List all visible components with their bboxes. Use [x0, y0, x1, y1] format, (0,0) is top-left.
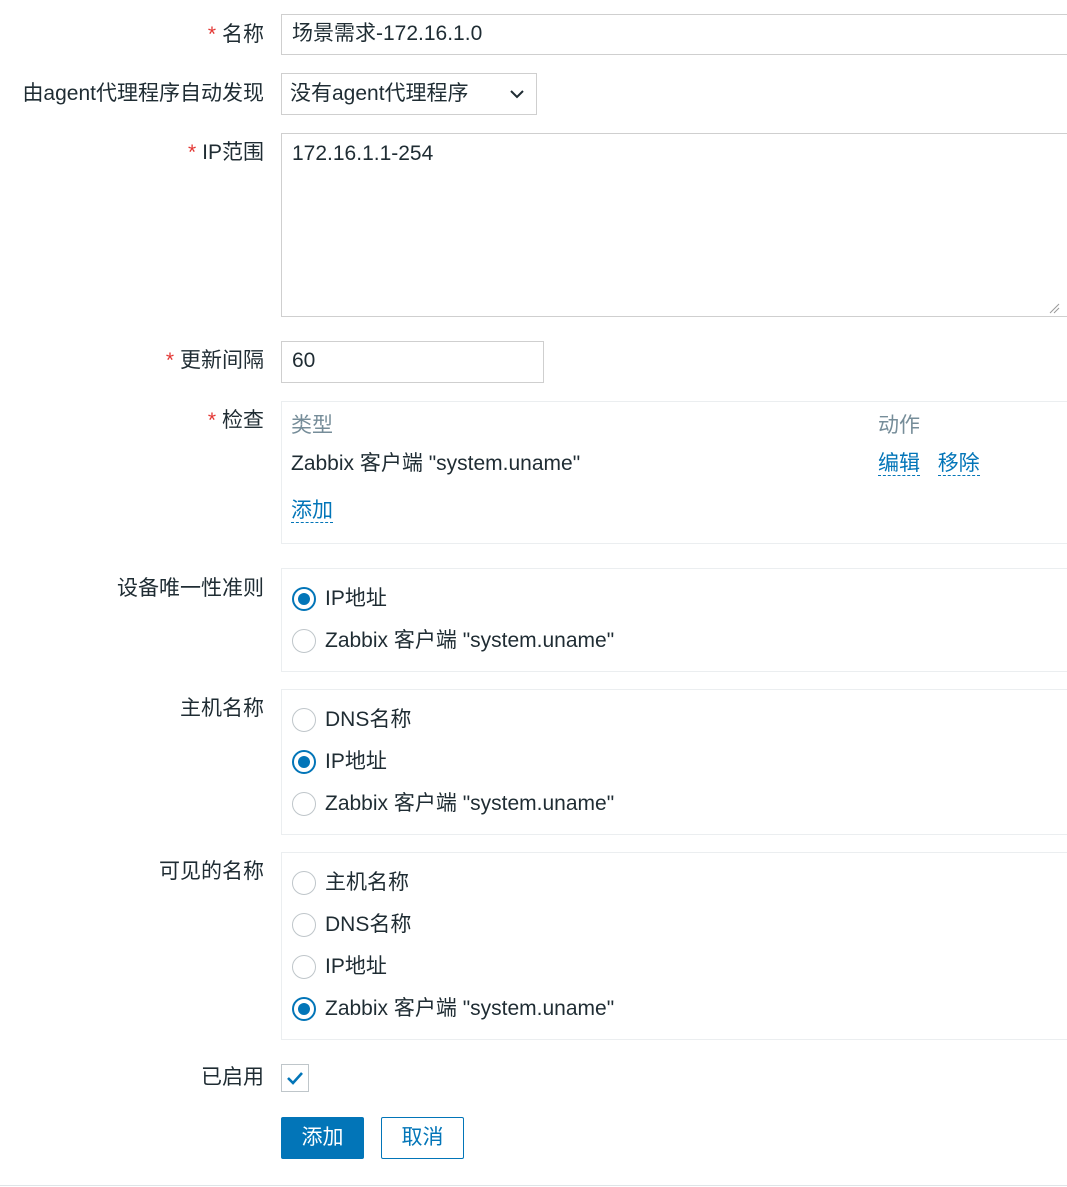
visible-name-option-label: Zabbix 客户端 "system.uname"	[325, 997, 615, 1020]
radio-button[interactable]	[292, 792, 316, 816]
visible-name-option-label: 主机名称	[325, 871, 409, 894]
radio-button[interactable]	[292, 629, 316, 653]
add-button[interactable]: 添加	[281, 1117, 364, 1159]
add-check-link[interactable]: 添加	[291, 499, 333, 523]
interval-input[interactable]: 60	[281, 341, 544, 383]
uniqueness-radio-group: IP地址 Zabbix 客户端 "system.uname"	[281, 568, 1067, 672]
host-name-option-label: DNS名称	[325, 708, 412, 731]
required-mark: *	[207, 409, 216, 432]
interval-label-text: 更新间隔	[180, 349, 264, 372]
edit-check-link[interactable]: 编辑	[878, 452, 920, 476]
remove-check-link[interactable]: 移除	[937, 452, 980, 476]
uniqueness-label: 设备唯一性准则	[117, 577, 264, 600]
uniqueness-option-label: Zabbix 客户端 "system.uname"	[325, 629, 615, 652]
visible-name-option[interactable]: Zabbix 客户端 "system.uname"	[292, 994, 614, 1024]
chevron-down-icon	[510, 90, 524, 99]
resize-grip-icon[interactable]	[1048, 302, 1060, 314]
radio-button[interactable]	[292, 955, 316, 979]
visible-name-option[interactable]: 主机名称	[292, 868, 409, 898]
checks-label-text: 检查	[222, 409, 264, 432]
name-label: * 名称	[208, 20, 264, 50]
visible-name-option[interactable]: DNS名称	[292, 910, 411, 940]
radio-button-selected[interactable]	[292, 750, 316, 774]
radio-button[interactable]	[292, 871, 316, 895]
enabled-checkbox[interactable]	[281, 1064, 309, 1092]
visible-name-label: 可见的名称	[159, 860, 264, 883]
radio-button-selected[interactable]	[292, 997, 316, 1021]
visible-name-option-label: DNS名称	[325, 913, 412, 936]
check-row-actions: 编辑 移除	[878, 449, 980, 479]
interval-label: * 更新间隔	[166, 346, 264, 376]
checks-table: 类型 动作 Zabbix 客户端 "system.uname" 编辑 移除 添加	[281, 401, 1067, 544]
radio-button[interactable]	[292, 708, 316, 732]
check-row-type: Zabbix 客户端 "system.uname"	[291, 452, 581, 475]
host-name-label: 主机名称	[180, 697, 264, 720]
required-mark: *	[187, 141, 197, 164]
host-name-option-label: IP地址	[325, 750, 387, 773]
add-check-cell: 添加	[291, 496, 333, 526]
checks-col-action: 动作	[878, 414, 920, 437]
radio-button[interactable]	[292, 913, 316, 937]
divider	[0, 1185, 1067, 1186]
uniqueness-option[interactable]: IP地址	[292, 584, 387, 614]
ip-range-label: * IP范围	[188, 138, 264, 168]
checks-col-type: 类型	[291, 414, 333, 437]
visible-name-radio-group: 主机名称 DNS名称 IP地址 Zabbix 客户端 "system.uname…	[281, 852, 1067, 1040]
ip-range-textarea[interactable]: 172.16.1.1-254	[281, 133, 1067, 317]
host-name-radio-group: DNS名称 IP地址 Zabbix 客户端 "system.uname"	[281, 689, 1067, 835]
enabled-label: 已启用	[201, 1066, 264, 1089]
visible-name-option-label: IP地址	[325, 955, 387, 978]
uniqueness-option-label: IP地址	[325, 587, 387, 610]
host-name-option[interactable]: Zabbix 客户端 "system.uname"	[292, 789, 614, 819]
host-name-option[interactable]: DNS名称	[292, 705, 411, 735]
ip-range-value: 172.16.1.1-254	[292, 142, 434, 165]
proxy-select[interactable]: 没有agent代理程序	[281, 73, 537, 115]
proxy-select-value: 没有agent代理程序	[290, 82, 469, 105]
name-input[interactable]: 场景需求-172.16.1.0	[281, 14, 1067, 55]
host-name-option[interactable]: IP地址	[292, 747, 387, 777]
required-mark: *	[207, 23, 216, 46]
required-mark: *	[165, 349, 174, 372]
name-label-text: 名称	[222, 23, 264, 46]
checkmark-icon	[287, 1072, 303, 1085]
host-name-option-label: Zabbix 客户端 "system.uname"	[325, 792, 615, 815]
proxy-label: 由agent代理程序自动发现	[22, 82, 264, 105]
checks-label: * 检查	[208, 406, 264, 436]
radio-button-selected[interactable]	[292, 587, 316, 611]
uniqueness-option[interactable]: Zabbix 客户端 "system.uname"	[292, 626, 614, 656]
ip-range-label-text: IP范围	[202, 141, 264, 164]
cancel-button[interactable]: 取消	[381, 1117, 464, 1159]
visible-name-option[interactable]: IP地址	[292, 952, 387, 982]
